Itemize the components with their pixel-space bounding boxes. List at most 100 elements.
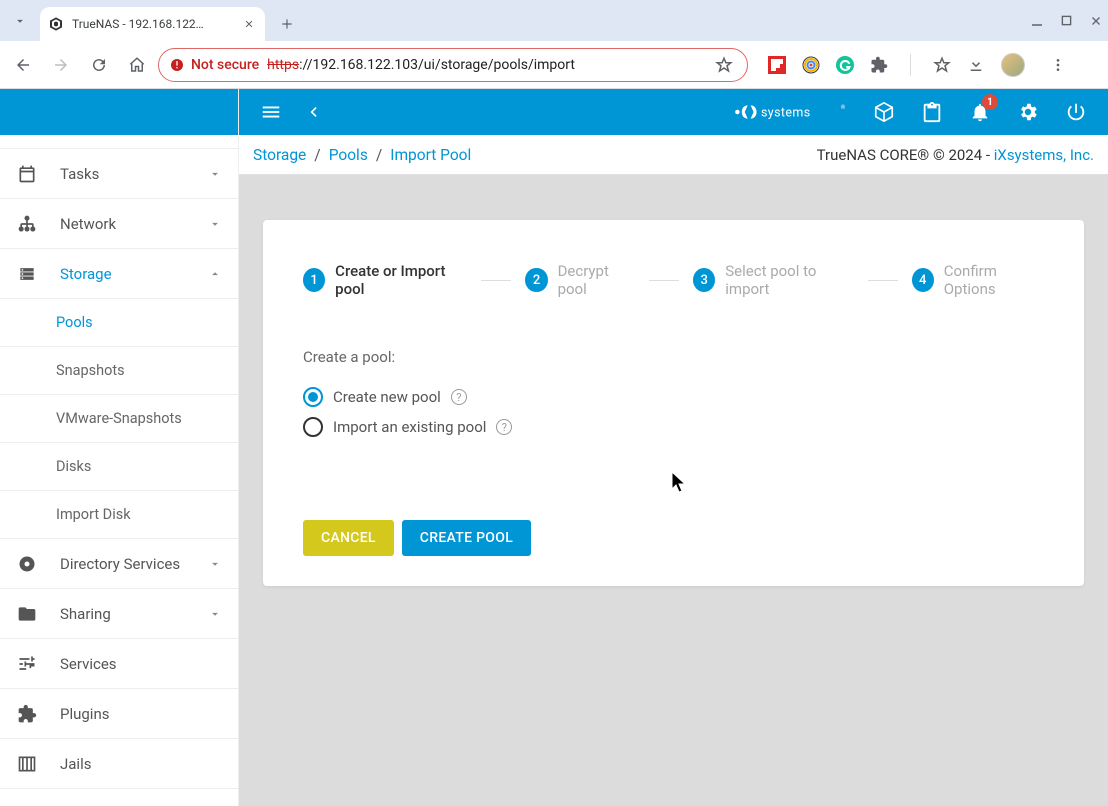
browser-toolbar: Not secure https://192.168.122.103/ui/st… — [0, 41, 1108, 89]
browser-tab[interactable]: TrueNAS - 192.168.122… — [40, 7, 265, 41]
extensions-button[interactable] — [870, 56, 888, 74]
ext-flipboard-icon[interactable] — [768, 56, 786, 74]
toolbar-divider — [910, 54, 911, 76]
bookmarks-button[interactable] — [933, 56, 951, 74]
puzzle-icon — [16, 703, 38, 725]
security-chip[interactable]: Not secure — [169, 57, 259, 73]
step-3[interactable]: 3 Select pool to import — [693, 262, 853, 298]
power-button[interactable] — [1064, 100, 1088, 124]
sidebar-item-label: Snapshots — [56, 362, 125, 379]
sidebar-item-label: Jails — [60, 755, 91, 773]
plus-icon — [280, 17, 294, 31]
sidebar-item-directory-services[interactable]: Directory Services — [0, 539, 238, 589]
help-icon[interactable]: ? — [496, 419, 512, 435]
truecommand-button[interactable] — [872, 100, 896, 124]
step-number: 1 — [303, 268, 325, 292]
breadcrumb-storage[interactable]: Storage — [253, 146, 306, 164]
svg-text:systems: systems — [761, 105, 811, 120]
network-icon — [16, 213, 38, 235]
ext-grammarly-icon[interactable] — [836, 56, 854, 74]
footer-link[interactable]: iXsystems, Inc. — [994, 146, 1094, 164]
sidebar-item-plugins[interactable]: Plugins — [0, 689, 238, 739]
downloads-button[interactable] — [967, 56, 985, 74]
breadcrumb-pools[interactable]: Pools — [329, 146, 368, 164]
security-chip-label: Not secure — [191, 57, 259, 73]
menu-toggle-button[interactable] — [259, 100, 283, 124]
sidebar-item-label: Directory Services — [60, 555, 180, 573]
notifications-button[interactable]: 1 — [968, 100, 992, 124]
svg-text:®: ® — [841, 104, 846, 111]
step-connector — [481, 280, 511, 281]
tab-close-button[interactable] — [241, 16, 257, 32]
radio-label: Create new pool — [333, 388, 441, 406]
sidebar-item-label: Services — [60, 655, 117, 673]
arrow-left-icon — [14, 56, 32, 74]
sidebar-item-sharing[interactable]: Sharing — [0, 589, 238, 639]
download-icon — [967, 56, 985, 74]
sidebar-item-disks[interactable]: Disks — [0, 443, 238, 491]
sidebar-item-pools[interactable]: Pools — [0, 299, 238, 347]
sidebar-peek-row — [0, 135, 238, 149]
calendar-icon — [16, 163, 38, 185]
step-connector — [868, 280, 898, 281]
stepper: 1 Create or Import pool 2 Decrypt pool 3… — [303, 262, 1044, 298]
sidebar-item-network[interactable]: Network — [0, 199, 238, 249]
cancel-button[interactable]: CANCEL — [303, 520, 394, 556]
sidebar: Tasks Network Storage Pools Snapshots VM… — [0, 89, 239, 806]
create-pool-button[interactable]: CREATE POOL — [402, 520, 531, 556]
app-root: Tasks Network Storage Pools Snapshots VM… — [0, 89, 1108, 806]
section-title: Create a pool: — [303, 348, 1044, 366]
radio-import-existing[interactable]: Import an existing pool ? — [303, 412, 1044, 442]
power-icon — [1065, 101, 1087, 123]
ext-rainbow-icon[interactable] — [802, 56, 820, 74]
new-tab-button[interactable] — [273, 10, 301, 38]
tab-search-dropdown[interactable] — [0, 0, 40, 41]
window-close-button[interactable] — [1090, 15, 1102, 27]
dirsvc-icon — [16, 553, 38, 575]
reload-icon — [90, 56, 108, 74]
tune-icon — [16, 653, 38, 675]
star-icon — [715, 56, 733, 74]
bookmark-button[interactable] — [715, 56, 733, 74]
step-4[interactable]: 4 Confirm Options — [912, 262, 1044, 298]
nav-forward-button[interactable] — [44, 48, 78, 82]
sidebar-item-label: Plugins — [60, 705, 109, 723]
clipboard-button[interactable] — [920, 100, 944, 124]
browser-menu-button[interactable] — [1041, 48, 1075, 82]
sidebar-item-tasks[interactable]: Tasks — [0, 149, 238, 199]
storage-icon — [16, 263, 38, 285]
nav-home-button[interactable] — [120, 48, 154, 82]
window-minimize-button[interactable] — [1031, 15, 1043, 27]
sidebar-item-snapshots[interactable]: Snapshots — [0, 347, 238, 395]
browser-tabstrip: TrueNAS - 192.168.122… — [0, 0, 1108, 41]
sidebar-item-label: Sharing — [60, 605, 111, 623]
wizard-card: 1 Create or Import pool 2 Decrypt pool 3… — [263, 220, 1084, 586]
step-1[interactable]: 1 Create or Import pool — [303, 262, 467, 298]
nav-back-button[interactable] — [6, 48, 40, 82]
breadcrumb: Storage / Pools / Import Pool TrueNAS CO… — [239, 135, 1108, 175]
nav-reload-button[interactable] — [82, 48, 116, 82]
step-2[interactable]: 2 Decrypt pool — [525, 262, 635, 298]
radio-group: Create new pool ? Import an existing poo… — [303, 382, 1044, 442]
brand-logo[interactable]: systems ® — [730, 100, 848, 124]
sidebar-item-services[interactable]: Services — [0, 639, 238, 689]
chevron-up-icon — [208, 267, 222, 281]
chevron-left-icon — [303, 102, 323, 122]
radio-create-new[interactable]: Create new pool ? — [303, 382, 1044, 412]
sidebar-item-import-disk[interactable]: Import Disk — [0, 491, 238, 539]
sidebar-item-storage[interactable]: Storage — [0, 249, 238, 299]
star-outline-icon — [933, 56, 951, 74]
nav-back-app-button[interactable] — [301, 100, 325, 124]
truenas-favicon-icon — [48, 16, 64, 32]
settings-button[interactable] — [1016, 100, 1040, 124]
sidebar-item-vmware-snapshots[interactable]: VMware-Snapshots — [0, 395, 238, 443]
profile-avatar[interactable] — [1001, 53, 1025, 77]
address-bar[interactable]: Not secure https://192.168.122.103/ui/st… — [158, 48, 748, 82]
sidebar-item-jails[interactable]: Jails — [0, 739, 238, 789]
hamburger-icon — [260, 101, 282, 123]
breadcrumb-import-pool[interactable]: Import Pool — [390, 146, 471, 164]
sidebar-item-label: Disks — [56, 458, 91, 475]
help-icon[interactable]: ? — [451, 389, 467, 405]
window-maximize-button[interactable] — [1061, 15, 1072, 26]
sidebar-item-label: Tasks — [60, 165, 99, 183]
